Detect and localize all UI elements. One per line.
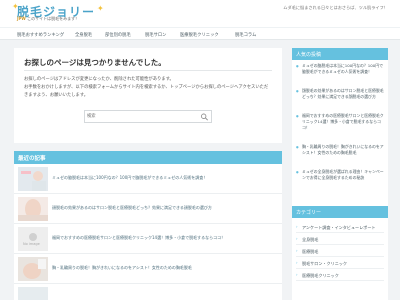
category-item[interactable]: › アンケート調査・インタビューレポート	[296, 221, 384, 233]
page-title: お探しのページは見つかりませんでした。	[24, 58, 166, 67]
nav-item-by-part[interactable]: 部位別の脱毛	[105, 32, 131, 38]
chevron-right-icon: ›	[296, 224, 298, 229]
popular-post-item[interactable]: 顔脱毛の効果があるのはサロン脱毛と医療脱毛どっち？効果に満足できる顔脱毛の選び方	[296, 88, 386, 100]
chevron-right-icon: ›	[296, 260, 298, 265]
site-description: ムダ毛に悩まされる日々とはおさらば、ツル肌ライフ！	[283, 5, 388, 10]
category-item[interactable]: › 医療脱毛クリニック	[296, 269, 384, 281]
list-item[interactable]: 顔脱毛の効果があるのはサロン脱毛と医療脱毛どっち？効果に満足できる顔脱毛の選び方	[14, 194, 282, 224]
category-item[interactable]: › 全身脱毛	[296, 233, 384, 245]
search-form	[84, 110, 212, 123]
post-thumbnail[interactable]	[18, 257, 48, 281]
sparkle-icon: ✦	[97, 4, 104, 13]
popular-post-item[interactable]: ミュゼの脇脱毛は本当に100円なの？100円で脇脱毛ができるミュゼの人気術を調査…	[296, 63, 386, 75]
post-title[interactable]: 胸・乳輪周りの脱毛！胸がきれいになるのをアシスト！女性のための胸毛脱毛	[52, 265, 192, 271]
popular-post-item[interactable]: 福岡でおすすめの医療脱毛サロンと医療脱毛クリニック14選！博多・小倉で脱毛するな…	[296, 113, 386, 132]
sidebar: 人気の投稿 ミュゼの脇脱毛は本当に100円なの？100円で脇脱毛ができるミュゼの…	[292, 48, 388, 300]
popular-post-item[interactable]: 胸・乳輪周りの脱毛！胸がきれいになるのをアシスト！女性のための胸毛脱毛	[296, 144, 386, 156]
post-thumbnail[interactable]	[18, 197, 48, 221]
recent-posts-heading: 最近の記事	[14, 151, 282, 164]
not-found-message: お探しのページはアドレスが変更になったか、削除された可能性があります。	[24, 77, 174, 82]
post-title[interactable]: 顔脱毛の効果があるのはサロン脱毛と医療脱毛どっち？効果に満足できる顔脱毛の選び方	[52, 205, 212, 211]
list-item[interactable]: No image 福岡でおすすめの医療脱毛サロンと医療脱毛クリニック14選！博多…	[14, 224, 282, 254]
post-title[interactable]: 福岡でおすすめの医療脱毛サロンと医療脱毛クリニック14選！博多・小倉で脱毛するな…	[52, 235, 225, 241]
chevron-right-icon: ›	[296, 272, 298, 277]
list-item[interactable]: ミュゼの脇脱毛は本当に100円なの？100円で脇脱毛ができるミュゼの人気術を調査…	[14, 164, 282, 194]
nav-item-ranking[interactable]: 脱毛おすすめランキング	[17, 32, 64, 38]
chevron-right-icon: ›	[296, 236, 298, 241]
post-thumbnail[interactable]	[18, 167, 48, 191]
chevron-right-icon: ›	[296, 248, 298, 253]
list-item[interactable]: 胸・乳輪周りの脱毛！胸がきれいになるのをアシスト！女性のための胸毛脱毛	[14, 254, 282, 284]
nav-item-salon[interactable]: 脱毛サロン	[145, 32, 166, 38]
recent-posts: 最近の記事 ミュゼの脇脱毛は本当に100円なの？100円で脇脱毛ができるミュゼの…	[14, 151, 282, 300]
category-item[interactable]: › 医療脱毛	[296, 245, 384, 257]
category-item[interactable]: › 脱毛サロン・クリニック	[296, 257, 384, 269]
logo-tagline: JPW このサイトは脱毛をみます！	[17, 16, 80, 21]
divider	[24, 70, 272, 71]
post-title[interactable]: ミュゼの脇脱毛は本当に100円なの？100円で脇脱毛ができるミュゼの人気術を調査…	[52, 175, 207, 181]
not-found-panel: お探しのページは見つかりませんでした。 お探しのページはアドレスが変更になったか…	[14, 48, 282, 143]
popular-posts-heading: 人気の投稿	[292, 48, 388, 60]
nav-item-column[interactable]: 脱毛コラム	[235, 32, 256, 38]
popular-post-item[interactable]: ミュゼの全身脱毛が選ばれる理由！キャンペーンでお得に全身脱毛するための秘訣	[296, 169, 386, 181]
nav-item-full-body[interactable]: 全身脱毛	[75, 32, 92, 38]
post-thumbnail[interactable]	[18, 287, 48, 300]
search-input[interactable]	[87, 112, 195, 121]
nav-item-clinic[interactable]: 医療脱毛クリニック	[180, 32, 219, 38]
post-thumbnail[interactable]: No image	[18, 227, 48, 251]
list-item[interactable]	[14, 284, 282, 300]
site-header: ✦ 脱毛ジョリー ✦ JPW このサイトは脱毛をみます！ ムダ毛に悩まされる日々…	[0, 0, 400, 27]
not-found-instructions: お手数をおかけしますが、以下の検索フォームからサイト内を検索するか、トップページ…	[24, 85, 269, 98]
search-icon[interactable]	[200, 113, 209, 121]
global-nav: 脱毛おすすめランキング 全身脱毛 部位別の脱毛 脱毛サロン 医療脱毛クリニック …	[0, 27, 400, 40]
category-heading: カテゴリー	[292, 206, 388, 218]
